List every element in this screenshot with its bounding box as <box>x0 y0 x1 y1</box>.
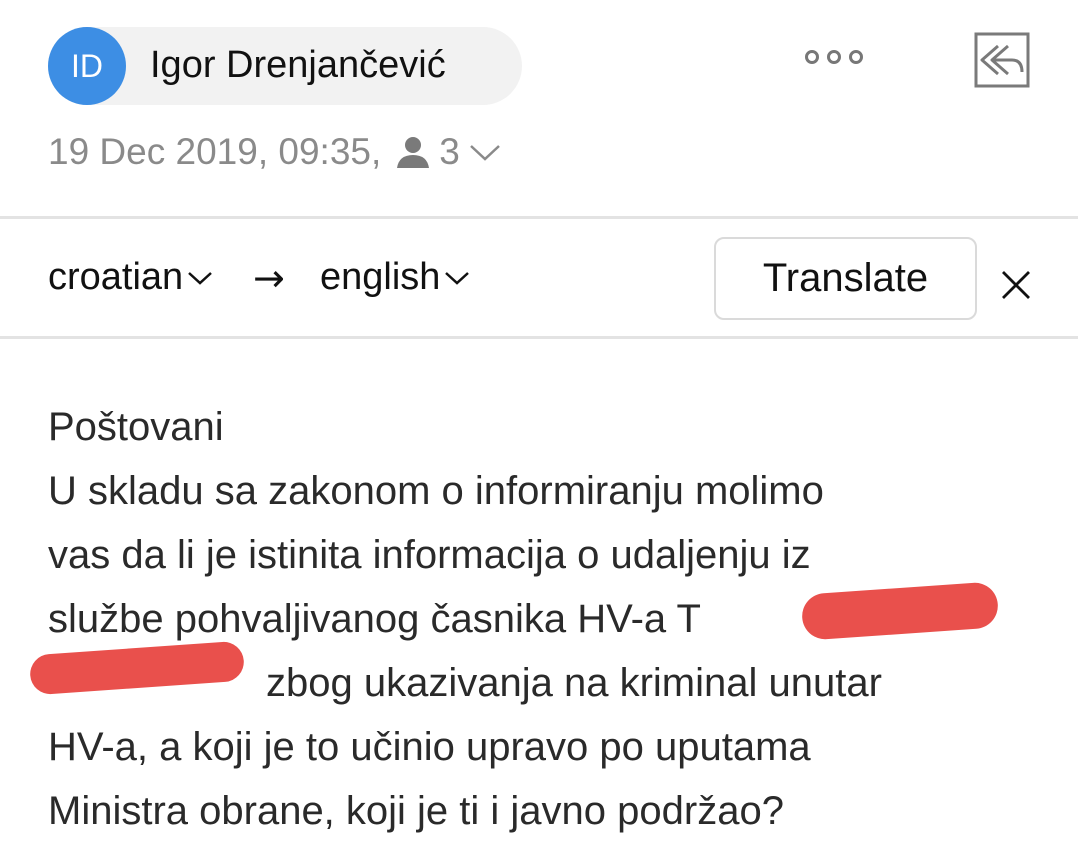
divider <box>0 336 1078 339</box>
message-meta: 19 Dec 2019, 09:35, 3 <box>48 130 502 174</box>
message-line: Ministra obrane, koji je ti i javno podr… <box>48 789 784 833</box>
target-language-select[interactable]: english <box>320 256 470 299</box>
avatar[interactable]: ID <box>48 27 126 105</box>
chevron-down-icon <box>445 271 470 285</box>
message-line: U skladu sa zakonom o informiranju molim… <box>48 469 824 513</box>
more-icon[interactable] <box>805 47 875 67</box>
chevron-down-icon[interactable] <box>468 141 502 163</box>
message-line: vas da li je istinita informacija o udal… <box>48 533 811 577</box>
recipient-count[interactable]: 3 <box>439 131 460 173</box>
source-language-select[interactable]: croatian <box>48 256 213 299</box>
message-line: HV-a, a koji je to učinio upravo po uput… <box>48 725 811 769</box>
message-line: Poštovani <box>48 405 224 449</box>
translation-arrow: → <box>253 256 285 300</box>
message-datetime: 19 Dec 2019, 09:35, <box>48 131 382 172</box>
reply-all-icon[interactable] <box>968 24 1036 92</box>
translate-button[interactable]: Translate <box>714 237 977 320</box>
divider <box>0 216 1078 219</box>
person-icon <box>397 137 430 168</box>
close-icon[interactable] <box>1000 269 1032 301</box>
target-language-label: english <box>320 256 441 298</box>
sender-name[interactable]: Igor Drenjančević <box>150 44 446 87</box>
avatar-initials: ID <box>71 47 103 84</box>
chevron-down-icon <box>188 271 213 285</box>
source-language-label: croatian <box>48 256 184 298</box>
